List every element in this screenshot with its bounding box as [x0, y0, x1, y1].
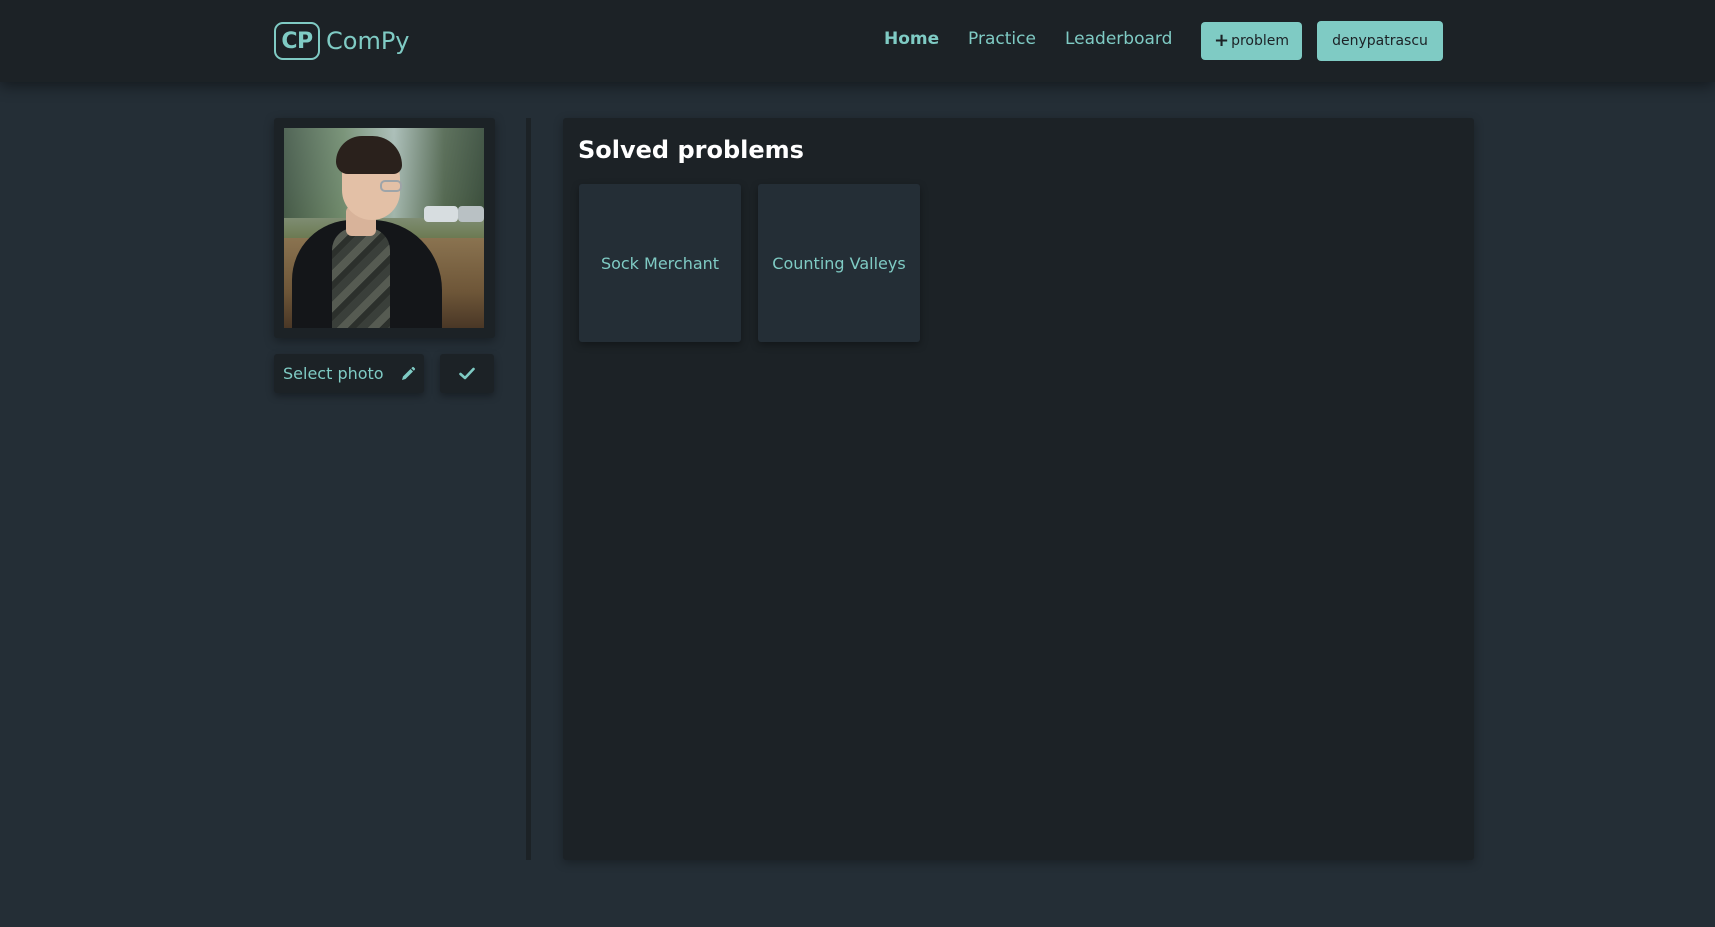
- profile-photo: [284, 128, 484, 328]
- brand-name: ComPy: [326, 27, 410, 55]
- problem-card-label: Counting Valleys: [772, 253, 906, 273]
- photo-car: [458, 206, 484, 222]
- add-problem-button[interactable]: + problem: [1201, 22, 1302, 60]
- select-photo-label: Select photo: [283, 364, 384, 383]
- photo-glasses: [380, 180, 402, 192]
- top-navbar: CP ComPy Home Practice Leaderboard + pro…: [0, 0, 1715, 82]
- username-label: denypatrascu: [1332, 33, 1428, 49]
- nav-link-leaderboard[interactable]: Leaderboard: [1065, 29, 1172, 49]
- profile-photo-frame: [274, 118, 495, 338]
- user-menu-button[interactable]: denypatrascu: [1317, 21, 1443, 61]
- nav-link-home[interactable]: Home: [884, 29, 939, 49]
- nav-link-practice[interactable]: Practice: [968, 29, 1036, 49]
- plus-icon: +: [1213, 30, 1230, 51]
- problem-card-label: Sock Merchant: [600, 253, 720, 273]
- solved-problems-panel: Solved problems Sock Merchant Counting V…: [563, 118, 1474, 860]
- vertical-divider: [526, 118, 531, 860]
- photo-car: [424, 206, 458, 222]
- select-photo-button[interactable]: Select photo: [274, 354, 424, 393]
- logo-mark: CP: [274, 22, 320, 60]
- add-problem-label: problem: [1231, 33, 1290, 49]
- problem-card[interactable]: Sock Merchant: [579, 184, 741, 342]
- pencil-icon: [400, 366, 416, 382]
- photo-shirt: [332, 228, 390, 328]
- confirm-photo-button[interactable]: [440, 354, 494, 393]
- problem-card[interactable]: Counting Valleys: [758, 184, 920, 342]
- brand-logo[interactable]: CP ComPy: [274, 22, 410, 60]
- solved-problems-title: Solved problems: [578, 136, 804, 164]
- check-icon: [459, 367, 475, 380]
